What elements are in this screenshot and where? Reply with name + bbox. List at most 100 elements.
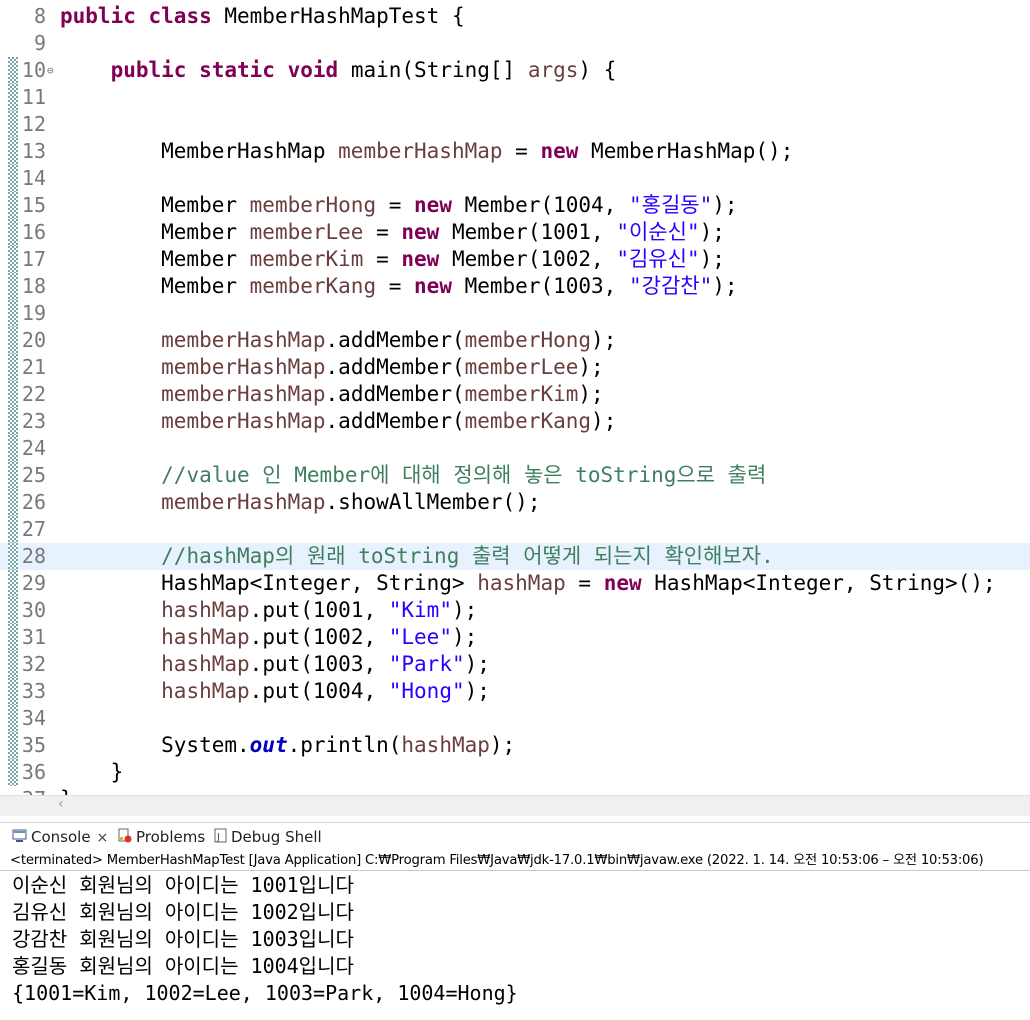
code-line[interactable]: 30 hashMap.put(1001, "Kim"); <box>0 597 1030 624</box>
code-line[interactable]: 23 memberHashMap.addMember(memberKang); <box>0 408 1030 435</box>
code-token: .put(1001, <box>249 598 389 622</box>
svg-text:J: J <box>216 832 220 843</box>
line-number: 35 <box>21 733 46 757</box>
code-token: new <box>414 193 452 217</box>
code-line[interactable]: 22 memberHashMap.addMember(memberKim); <box>0 381 1030 408</box>
code-token: void <box>287 58 339 82</box>
code-token: ); <box>699 247 725 271</box>
code-line[interactable]: 16 Member memberLee = new Member(1001, "… <box>0 219 1030 246</box>
code-line[interactable]: 17 Member memberKim = new Member(1002, "… <box>0 246 1030 273</box>
line-number: 36 <box>21 760 46 784</box>
code-token: "Park" <box>388 652 465 676</box>
line-number: 30 <box>21 598 46 622</box>
code-line[interactable]: 20 memberHashMap.addMember(memberHong); <box>0 327 1030 354</box>
code-token: .put(1002, <box>249 625 389 649</box>
line-number: 29 <box>21 571 46 595</box>
line-number: 11 <box>21 85 46 109</box>
code-token: ); <box>699 220 725 244</box>
code-line[interactable]: 37} <box>0 786 1030 795</box>
horizontal-scrollbar[interactable]: ‹ <box>0 795 1030 816</box>
code-line[interactable]: 9 <box>0 30 1030 57</box>
code-token: ) { <box>578 58 617 82</box>
close-icon[interactable]: × <box>97 830 109 846</box>
code-token: memberKang <box>249 274 377 298</box>
code-token: System. <box>60 733 250 757</box>
code-token: class <box>148 4 212 28</box>
code-token: new <box>603 571 642 595</box>
line-number: 10 <box>21 58 46 82</box>
tab-debug-shell[interactable]: J Debug Shell <box>214 823 322 851</box>
code-line[interactable]: 24 <box>0 435 1030 462</box>
line-number: 26 <box>21 490 46 514</box>
line-number: 18 <box>21 274 46 298</box>
tab-console[interactable]: Console × <box>12 823 108 851</box>
code-token: memberHashMap <box>161 490 326 514</box>
code-token: memberHashMap <box>161 328 326 352</box>
code-token: Member(1003, <box>451 274 629 298</box>
code-line[interactable]: 13 MemberHashMap memberHashMap = new Mem… <box>0 138 1030 165</box>
line-number: 25 <box>21 463 46 487</box>
code-line[interactable]: 36 } <box>0 759 1030 786</box>
code-token: Member(1002, <box>439 247 617 271</box>
code-token: Member(1004, <box>451 193 629 217</box>
code-line[interactable]: 31 hashMap.put(1002, "Lee"); <box>0 624 1030 651</box>
code-line[interactable]: 34 <box>0 705 1030 732</box>
code-token: new <box>540 139 579 163</box>
code-token: Member <box>60 247 250 271</box>
code-text: Member memberKang = new Member(1003, "강감… <box>60 273 738 300</box>
scroll-left-icon[interactable]: ‹ <box>58 796 64 812</box>
code-token: memberHashMap <box>161 382 326 406</box>
code-line[interactable]: 15 Member memberHong = new Member(1004, … <box>0 192 1030 219</box>
code-line[interactable]: 32 hashMap.put(1003, "Park"); <box>0 651 1030 678</box>
code-line[interactable]: 10 ⊖ public static void main(String[] arg… <box>0 57 1030 84</box>
code-token: ); <box>464 652 490 676</box>
code-token: new <box>401 220 440 244</box>
code-line[interactable]: 29 HashMap<Integer, String> hashMap = ne… <box>0 570 1030 597</box>
code-token: memberLee <box>249 220 364 244</box>
line-number: 22 <box>21 382 46 406</box>
code-token: ); <box>591 328 617 352</box>
console-icon <box>12 824 27 852</box>
code-token: memberHashMap <box>338 139 503 163</box>
code-line[interactable]: 25 //value 인 Member에 대해 정의해 놓은 toString으… <box>0 462 1030 489</box>
code-line[interactable]: 26 memberHashMap.showAllMember(); <box>0 489 1030 516</box>
code-token: memberHong <box>464 328 592 352</box>
code-line[interactable]: 35 System.out.println(hashMap); <box>0 732 1030 759</box>
code-line[interactable]: 11 <box>0 84 1030 111</box>
code-token: memberKang <box>464 409 592 433</box>
code-token: memberLee <box>464 355 579 379</box>
code-line[interactable]: 21 memberHashMap.addMember(memberLee); <box>0 354 1030 381</box>
fold-toggle-icon[interactable]: ⊖ <box>47 57 54 84</box>
code-token: static <box>199 58 275 82</box>
line-number: 32 <box>21 652 46 676</box>
code-editor[interactable]: 8 public class MemberHashMapTest {9 10 ⊖ pu… <box>0 0 1030 795</box>
code-token: ); <box>591 409 617 433</box>
code-token: "Lee" <box>388 625 452 649</box>
code-token: new <box>414 274 452 298</box>
code-line[interactable]: 12 <box>0 111 1030 138</box>
line-number: 23 <box>21 409 46 433</box>
code-token: ); <box>712 274 738 298</box>
code-token: args <box>527 58 579 82</box>
code-line[interactable]: 18 Member memberKang = new Member(1003, … <box>0 273 1030 300</box>
code-line[interactable]: 14 <box>0 165 1030 192</box>
code-token: //value 인 Member에 대해 정의해 놓은 toString으로 출… <box>161 463 767 487</box>
code-line[interactable]: 8 public class MemberHashMapTest { <box>0 3 1030 30</box>
code-line[interactable]: 19 <box>0 300 1030 327</box>
line-number: 19 <box>21 301 46 325</box>
tab-problems[interactable]: Problems <box>117 823 205 851</box>
code-line[interactable]: 27 <box>0 516 1030 543</box>
code-token: ); <box>489 733 516 757</box>
tab-debug-shell-label: Debug Shell <box>231 828 322 846</box>
code-token: memberKim <box>464 382 579 406</box>
code-line[interactable]: 28 //hashMap의 원래 toString 출력 어떻게 되는지 확인해… <box>0 543 1030 570</box>
code-line[interactable]: 33 hashMap.put(1004, "Hong"); <box>0 678 1030 705</box>
code-token: "Hong" <box>388 679 465 703</box>
console-line: 홍길동 회원님의 아이디는 1004입니다 <box>12 954 354 978</box>
console-line: {1001=Kim, 1002=Lee, 1003=Park, 1004=Hon… <box>12 981 518 1005</box>
code-token: "홍길동" <box>628 193 713 217</box>
